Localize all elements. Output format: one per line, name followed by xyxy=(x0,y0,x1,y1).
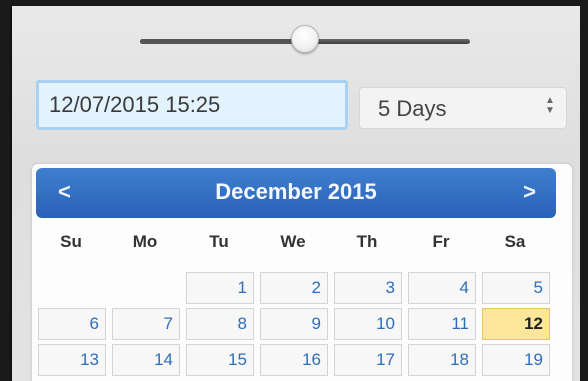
weekday-label: We xyxy=(280,232,306,251)
day-cell[interactable]: 7 xyxy=(112,308,180,340)
weekday-label: Fr xyxy=(432,232,450,251)
weekday-label: Tu xyxy=(209,232,229,251)
range-select-value: 5 Days xyxy=(378,96,447,121)
day-cell[interactable]: 15 xyxy=(186,344,254,376)
day-cell[interactable]: 3 xyxy=(334,272,402,304)
slider-thumb[interactable] xyxy=(291,25,319,53)
calendar-header: < December 2015 > xyxy=(36,168,556,218)
day-cell[interactable]: 2 xyxy=(260,272,328,304)
range-select[interactable]: 5 Days ▲ ▼ xyxy=(360,88,566,128)
slider-fill xyxy=(140,39,305,44)
day-cell[interactable]: 19 xyxy=(482,344,550,376)
weekday-label: Sa xyxy=(504,232,526,251)
calendar-title: December 2015 xyxy=(215,179,377,204)
weekday-label: Th xyxy=(356,232,378,251)
day-cell[interactable]: 4 xyxy=(408,272,476,304)
weekday-label: Mo xyxy=(132,232,158,251)
day-cell[interactable]: 13 xyxy=(38,344,106,376)
day-cell[interactable]: 17 xyxy=(334,344,402,376)
day-cell[interactable]: 18 xyxy=(408,344,476,376)
day-cell[interactable]: 10 xyxy=(334,308,402,340)
datetime-picker-panel: 5 Days ▲ ▼ < December 2015 > Su Mo Tu We Th F… xyxy=(10,6,580,381)
day-cell[interactable]: 5 xyxy=(482,272,550,304)
day-cell[interactable]: 16 xyxy=(260,344,328,376)
calendar: < December 2015 > Su Mo Tu We Th Fr Sa 1234567… xyxy=(32,164,572,381)
day-cell[interactable]: 8 xyxy=(186,308,254,340)
datetime-input[interactable] xyxy=(36,80,348,130)
day-cell[interactable]: 1 xyxy=(186,272,254,304)
select-arrows-icon: ▲ ▼ xyxy=(545,95,555,116)
day-cell[interactable]: 9 xyxy=(260,308,328,340)
day-cell[interactable]: 11 xyxy=(408,308,476,340)
weekday-row: Su Mo Tu We Th Fr Sa xyxy=(32,232,572,256)
day-cell[interactable]: 14 xyxy=(112,344,180,376)
day-cell[interactable]: 6 xyxy=(38,308,106,340)
weekday-label: Su xyxy=(60,232,82,251)
next-month-button[interactable]: > xyxy=(523,179,536,205)
day-cell[interactable]: 12 xyxy=(482,308,550,340)
